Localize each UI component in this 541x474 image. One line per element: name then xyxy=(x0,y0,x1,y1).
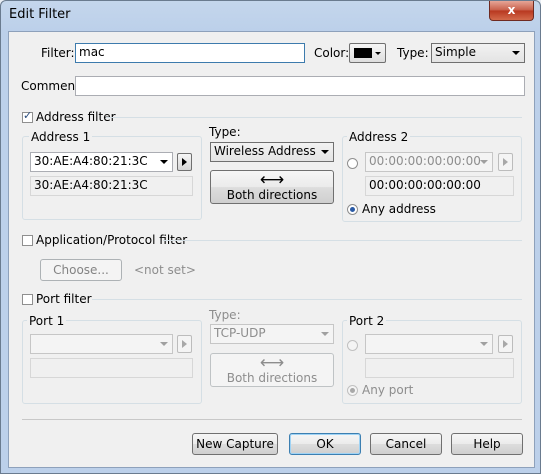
port-type-label: Type: xyxy=(209,308,241,322)
any-address-label: Any address xyxy=(362,202,436,216)
type-label: Type: xyxy=(397,46,429,60)
window-title: Edit Filter xyxy=(9,7,71,22)
port2-combo[interactable] xyxy=(365,334,493,354)
address-filter-checkbox[interactable] xyxy=(22,109,33,123)
filter-input[interactable]: mac xyxy=(75,43,305,63)
address-type-label: Type: xyxy=(209,125,241,139)
bottom-divider xyxy=(22,419,522,420)
double-arrow-icon: ⟷ xyxy=(259,170,285,190)
comment-input[interactable] xyxy=(75,76,525,96)
chevron-down-icon xyxy=(160,160,168,164)
address-type-select[interactable]: Wireless Address xyxy=(210,142,334,162)
port-filter-checkbox[interactable] xyxy=(22,294,33,305)
address-direction-label: Both directions xyxy=(226,188,318,202)
address-type-value: Wireless Address xyxy=(214,144,316,158)
chevron-down-icon xyxy=(512,51,520,55)
port2-browse-button[interactable] xyxy=(498,335,513,353)
app-not-set: <not set> xyxy=(134,263,196,277)
edit-filter-window: Edit Filter x Filter: mac Color: Type: S… xyxy=(0,0,541,474)
address2-resolved: 00:00:00:00:00:00 xyxy=(365,176,514,196)
filter-label: Filter: xyxy=(41,46,75,60)
chevron-down-icon xyxy=(375,52,381,55)
port1-combo[interactable] xyxy=(30,334,173,354)
any-port-radio[interactable] xyxy=(347,385,358,396)
any-port-label: Any port xyxy=(362,383,414,397)
port1-label: Port 1 xyxy=(27,314,67,328)
help-button[interactable]: Help xyxy=(451,433,523,455)
address2-combo[interactable]: 00:00:00:00:00:00 xyxy=(365,152,493,172)
filter-type-value: Simple xyxy=(435,45,476,59)
port-direction-label: Both directions xyxy=(226,371,318,385)
port-direction-button[interactable]: ⟷ Both directions xyxy=(210,353,334,387)
port2-label: Port 2 xyxy=(347,314,387,328)
color-label: Color: xyxy=(314,46,350,60)
ok-button[interactable]: OK xyxy=(289,433,361,455)
port-filter-divider xyxy=(92,299,522,300)
address2-value: 00:00:00:00:00:00 xyxy=(369,154,481,168)
address1-browse-button[interactable] xyxy=(177,153,192,171)
chevron-down-icon xyxy=(480,160,488,164)
address2-label: Address 2 xyxy=(347,130,411,144)
any-address-radio[interactable] xyxy=(347,204,358,215)
address1-value: 30:AE:A4:80:21:3C xyxy=(34,154,148,168)
port-type-value: TCP-UDP xyxy=(214,326,266,340)
double-arrow-icon: ⟷ xyxy=(259,353,285,373)
port-type-select[interactable]: TCP-UDP xyxy=(210,324,334,344)
address1-resolved: 30:AE:A4:80:21:3C xyxy=(30,176,193,196)
chevron-down-icon xyxy=(480,342,488,346)
choose-button[interactable]: Choose... xyxy=(40,259,122,281)
port2-specific-radio[interactable] xyxy=(347,340,358,351)
new-capture-button[interactable]: New Capture xyxy=(192,433,278,455)
close-button[interactable]: x xyxy=(489,1,534,21)
address1-label: Address 1 xyxy=(29,130,93,144)
app-filter-checkbox[interactable] xyxy=(22,235,33,246)
address-filter-label: Address filter xyxy=(36,110,116,124)
chevron-down-icon xyxy=(321,150,329,154)
address1-combo[interactable]: 30:AE:A4:80:21:3C xyxy=(30,152,173,172)
chevron-down-icon xyxy=(321,332,329,336)
port2-resolved xyxy=(365,358,514,378)
port1-browse-button[interactable] xyxy=(177,335,192,353)
port-filter-label: Port filter xyxy=(36,292,92,306)
address2-specific-radio[interactable] xyxy=(347,158,358,169)
color-swatch xyxy=(354,48,372,58)
address-filter-divider xyxy=(106,117,522,118)
address2-browse-button[interactable] xyxy=(498,153,513,171)
color-picker[interactable] xyxy=(349,43,386,63)
app-filter-divider xyxy=(163,240,522,241)
address-direction-button[interactable]: ⟷ Both directions xyxy=(210,170,334,204)
port1-resolved xyxy=(30,358,193,378)
filter-type-select[interactable]: Simple xyxy=(431,43,525,63)
close-icon: x xyxy=(507,3,516,17)
chevron-down-icon xyxy=(160,342,168,346)
cancel-button[interactable]: Cancel xyxy=(370,433,442,455)
dialog-body: Filter: mac Color: Type: Simple Comment:… xyxy=(8,31,535,468)
